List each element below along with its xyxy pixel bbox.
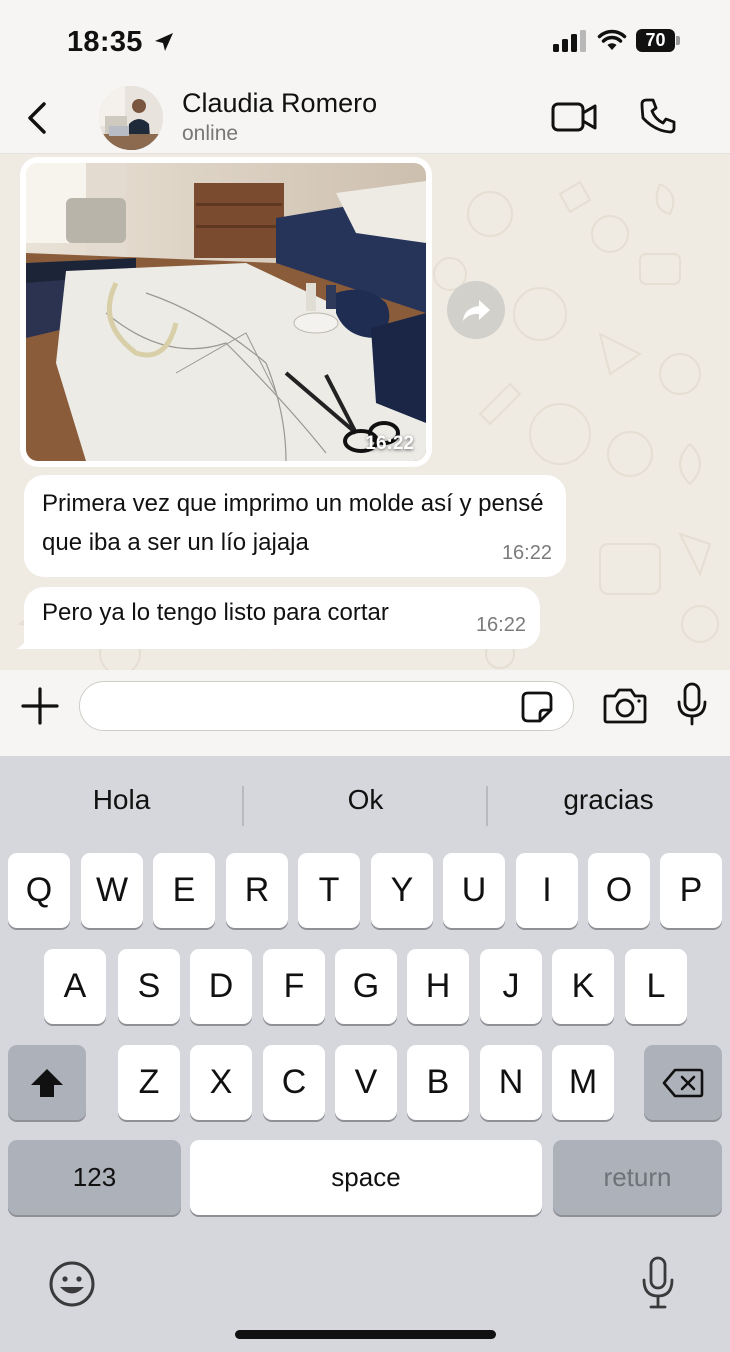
key-g[interactable]: G [335, 949, 397, 1024]
key-a[interactable]: A [44, 949, 106, 1024]
input-bar [0, 670, 730, 756]
key-z[interactable]: Z [118, 1045, 180, 1120]
key-w[interactable]: W [81, 853, 143, 928]
message-time: 16:22 [501, 542, 552, 564]
message-input[interactable] [79, 681, 574, 731]
contact-status: online [182, 122, 239, 145]
home-indicator[interactable] [235, 1330, 496, 1339]
wifi-icon [597, 29, 627, 50]
plus-icon[interactable] [20, 686, 60, 726]
back-icon[interactable] [22, 98, 54, 138]
status-time: 18:35 [67, 26, 143, 58]
suggestion-hola[interactable]: Hola [0, 784, 243, 816]
suggestion-bar: Hola Ok gracias [0, 756, 730, 856]
backspace-icon [662, 1068, 704, 1097]
battery-level: 70 [645, 30, 666, 50]
key-j[interactable]: J [480, 949, 542, 1024]
image-message[interactable]: 16:22 [20, 157, 432, 467]
status-bar: 18:35 70 [0, 0, 730, 80]
message-text: Primera vez que imprimo un molde así y p… [42, 490, 544, 556]
shift-icon [31, 1068, 63, 1097]
key-m[interactable]: M [552, 1045, 614, 1120]
key-b[interactable]: B [407, 1045, 469, 1120]
keyboard: Hola Ok gracias Q W E R T Y U I O P A S … [0, 756, 730, 1352]
message-bubble[interactable]: Pero ya lo tengo listo para cortar 16:22 [16, 587, 540, 649]
chat-area[interactable]: 16:22 Primera vez que imprimo un molde a… [0, 154, 730, 670]
avatar[interactable] [99, 86, 163, 150]
emoji-icon[interactable] [48, 1260, 96, 1308]
message-photo[interactable]: 16:22 [26, 163, 426, 461]
forward-button[interactable] [447, 281, 505, 339]
key-o[interactable]: O [588, 853, 650, 928]
suggestion-ok[interactable]: Ok [244, 784, 487, 816]
contact-name[interactable]: Claudia Romero [182, 88, 377, 119]
key-h[interactable]: H [407, 949, 469, 1024]
signal-icon [553, 30, 586, 52]
key-y[interactable]: Y [371, 853, 433, 928]
avatar-photo [99, 86, 163, 150]
key-i[interactable]: I [516, 853, 578, 928]
numbers-key[interactable]: 123 [8, 1140, 181, 1215]
video-call-icon[interactable] [551, 100, 599, 134]
return-key[interactable]: return [553, 1140, 722, 1215]
phone-icon[interactable] [638, 96, 678, 136]
suggestion-gracias[interactable]: gracias [487, 784, 730, 816]
microphone-icon[interactable] [675, 682, 709, 726]
message-time: 16:22 [475, 614, 526, 636]
chat-header: Claudia Romero online [0, 80, 730, 154]
key-u[interactable]: U [443, 853, 505, 928]
key-s[interactable]: S [118, 949, 180, 1024]
key-k[interactable]: K [552, 949, 614, 1024]
key-l[interactable]: L [625, 949, 687, 1024]
shift-key[interactable] [8, 1045, 86, 1120]
key-f[interactable]: F [263, 949, 325, 1024]
backspace-key[interactable] [644, 1045, 722, 1120]
key-n[interactable]: N [480, 1045, 542, 1120]
key-c[interactable]: C [263, 1045, 325, 1120]
location-arrow-icon [155, 33, 173, 51]
bubble-tail [16, 629, 38, 649]
forward-icon [463, 300, 490, 321]
key-x[interactable]: X [190, 1045, 252, 1120]
sticker-icon[interactable] [520, 690, 554, 724]
camera-icon[interactable] [603, 686, 647, 724]
space-key[interactable]: space [190, 1140, 542, 1215]
message-bubble[interactable]: Primera vez que imprimo un molde así y p… [24, 475, 566, 577]
key-q[interactable]: Q [8, 853, 70, 928]
battery-icon: 70 [636, 29, 680, 52]
sewing-pattern-photo [26, 163, 426, 461]
key-p[interactable]: P [660, 853, 722, 928]
dictation-icon[interactable] [639, 1256, 677, 1310]
key-t[interactable]: T [298, 853, 360, 928]
key-r[interactable]: R [226, 853, 288, 928]
message-text: Pero ya lo tengo listo para cortar [42, 599, 389, 626]
key-e[interactable]: E [153, 853, 215, 928]
key-d[interactable]: D [190, 949, 252, 1024]
message-time: 16:22 [365, 433, 414, 454]
key-v[interactable]: V [335, 1045, 397, 1120]
